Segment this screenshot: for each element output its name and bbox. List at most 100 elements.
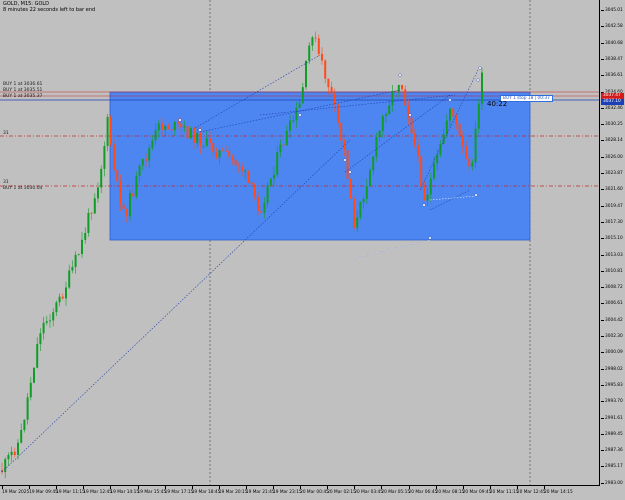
candle-body [308,45,311,61]
candle-body [26,397,29,420]
price-axis-tick: 3019.47 [601,203,623,209]
price-axis-tick: 3017.30 [601,219,623,225]
price-axis[interactable]: 3045.01 3042.58 3040.68 3038.47 3036.61 3034.… [601,0,625,486]
time-axis[interactable]: 19 Mar 2025 19 Mar 09:45 19 Mar 11:15 19 Ma… [0,486,600,500]
candle-body [330,87,333,94]
candle-body [132,193,135,197]
candle-body [481,72,483,104]
price-axis-tick: 3002.30 [601,334,623,339]
price-axis-tick: 2989.45 [601,431,623,437]
candle-body [442,134,445,144]
candle-body [397,84,400,92]
candle-body [369,170,371,187]
candle-body [279,144,282,153]
price-axis-tick: 2998.02 [601,366,623,372]
candle-body [298,103,301,108]
candle-body [55,302,58,313]
price-axis-tick: 3038.47 [601,56,623,62]
candle-body [465,145,467,159]
time-axis-tick: 20 Mar 14:15 [544,486,573,495]
candle-body [241,166,243,172]
candle-body [97,187,99,199]
candle-body [225,150,227,152]
candle-body [74,254,77,267]
candle-body [17,442,19,456]
candle-body [455,116,458,124]
candle-body [119,181,122,205]
candle-body [170,129,173,131]
price-axis-tick: 2995.83 [601,382,623,388]
candle-body [420,156,423,187]
trade-marker [408,113,412,117]
chart-canvas[interactable] [0,0,600,486]
candle-body [145,159,147,161]
candle-body [362,198,365,202]
candle-body [205,138,208,146]
candle-body [221,150,224,151]
candle-body [433,163,435,179]
candle-body [353,198,355,228]
candle-body [282,144,285,146]
candle-body [199,132,202,146]
candle-body [154,130,157,141]
candle-body [321,53,323,61]
candle-body [125,208,128,217]
candle-body [359,201,362,218]
price-axis-tick: 3036.61 [601,73,623,79]
candle-body [141,159,144,166]
candle-body [231,156,234,160]
candle-body [404,89,407,106]
candle-body [305,60,307,88]
price-axis-tick: 3045.01 [601,8,623,13]
chart-window[interactable]: GOLD, M15: GOLD 8 minutes 22 seconds lef… [0,0,625,500]
candle-body [189,128,192,139]
candle-body [311,37,314,46]
trade-marker [198,128,202,132]
candle-body [23,419,26,430]
price-axis-tick: 3004.42 [601,317,623,323]
time-axis-tick: 19 Mar 2025 [2,486,30,495]
candle-body [381,116,384,131]
trade-marker [448,98,452,102]
trade-connection-line [354,239,431,259]
candle-body [10,451,13,456]
candle-body [423,186,426,201]
candle-body [314,37,317,39]
candle-body [471,162,474,167]
candle-body [349,179,352,199]
candle-body [61,296,64,299]
candle-body [39,333,42,345]
position-box[interactable]: BUY 1 stop 18 | 00:37 [500,95,553,102]
candle-body [301,87,304,104]
candle-body [161,123,163,130]
candle-body [209,138,211,144]
candle-body [138,165,141,176]
candle-body [317,38,320,54]
price-axis-tick: 3021.60 [601,187,623,193]
candle-body [113,144,115,170]
candle-body [468,158,471,167]
price-axis-tick: 3028.14 [601,138,623,144]
candle-body [87,212,90,233]
trade-marker [478,66,482,70]
time-axis-tick: 19 Mar 20:15 [218,486,248,495]
trade-label: BUY 1 at 3035.51 [3,88,43,93]
candle-body [346,150,349,180]
price-axis-tick: 2983.00 [601,480,623,486]
candle-body [157,123,160,131]
time-axis-tick: 20 Mar 06:45 [408,486,438,495]
candle-body [401,84,403,90]
price-axis-tick: 3013.03 [601,252,623,258]
price-axis-tick: 2991.61 [601,415,623,421]
candle-body [295,107,298,121]
price-chart-plot[interactable]: GOLD, M15: GOLD 8 minutes 22 seconds lef… [0,0,600,486]
price-axis-tick: 2993.70 [601,399,623,405]
price-axis-tick: 3023.87 [601,171,623,176]
candle-body [263,203,266,213]
candle-body [173,121,176,131]
trade-marker [178,118,182,122]
price-axis-tick: 3040.68 [601,40,623,46]
price-axis-tick: 3042.58 [601,24,623,30]
candle-body [269,178,272,186]
candle-body [327,78,330,88]
